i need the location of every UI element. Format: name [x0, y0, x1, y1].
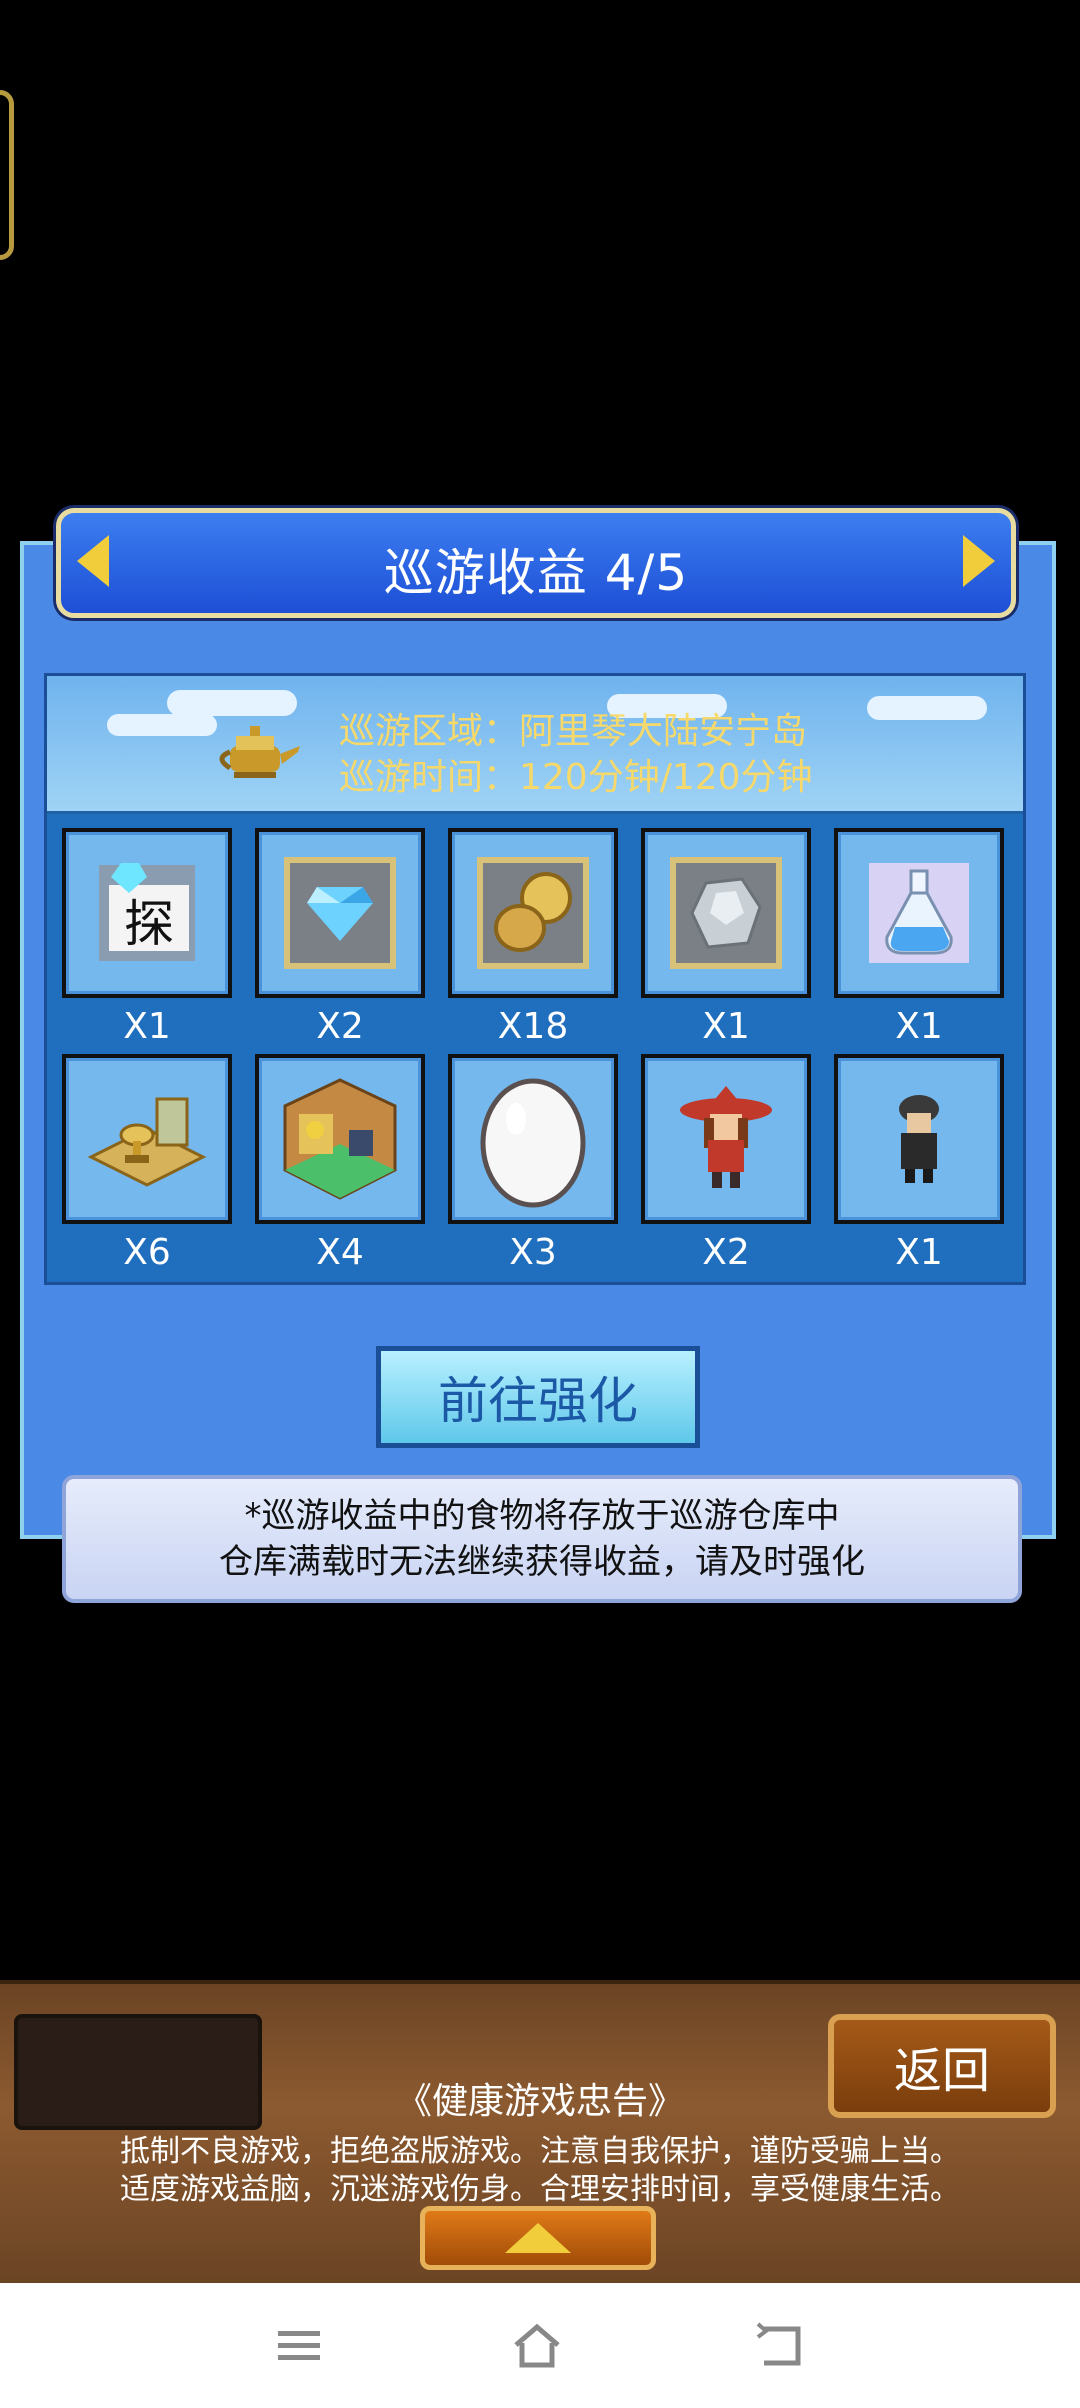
reward-count: X1	[895, 1232, 943, 1273]
dark-cloak-adventurer-icon	[899, 1095, 939, 1183]
diamond-icon	[284, 857, 396, 969]
expand-up-button[interactable]	[420, 2206, 656, 2270]
reward-count: X4	[316, 1232, 364, 1273]
reward-item[interactable]: X2	[641, 1054, 811, 1273]
reward-content-panel: 巡游区域：阿里琴大陆安宁岛 巡游时间：120分钟/120分钟 探 X1 X2 X…	[44, 673, 1026, 1285]
reward-count: X1	[895, 1006, 943, 1047]
go-upgrade-label: 前往强化	[438, 1372, 638, 1430]
system-navigation-bar	[0, 2283, 1080, 2408]
dialog-title-bar: 巡游收益 4/5	[56, 508, 1016, 618]
cloud-decoration	[107, 714, 217, 736]
next-arrow-icon[interactable]	[963, 535, 995, 587]
reward-count: X3	[509, 1232, 557, 1273]
reward-item[interactable]: X18	[448, 828, 618, 1047]
storage-notice: *巡游收益中的食物将存放于巡游仓库中 仓库满载时无法继续获得收益，请及时强化	[62, 1475, 1022, 1603]
ore-icon	[670, 857, 782, 969]
reward-item[interactable]: X1	[834, 1054, 1004, 1273]
dialog-title: 巡游收益 4/5	[383, 544, 689, 602]
cruise-time-text: 巡游时间：120分钟/120分钟	[339, 757, 813, 798]
cloud-decoration	[167, 690, 297, 716]
health-advice-title: 《健康游戏忠告》	[395, 2081, 684, 2122]
up-triangle-icon	[505, 2223, 571, 2253]
reward-count: X6	[123, 1232, 171, 1273]
reward-count: X1	[123, 1006, 171, 1047]
reward-count: X2	[702, 1232, 750, 1273]
reward-item[interactable]: X4	[255, 1054, 425, 1273]
reward-item[interactable]: X3	[448, 1054, 618, 1273]
back-nav-icon[interactable]	[756, 2321, 806, 2371]
reward-item[interactable]: X6	[62, 1054, 232, 1273]
reward-item[interactable]: 探 X1	[62, 828, 232, 1047]
teapot-icon	[219, 726, 300, 778]
menu-icon[interactable]	[274, 2321, 324, 2371]
reward-count: X18	[497, 1006, 569, 1047]
cruise-area-text: 巡游区域：阿里琴大陆安宁岛	[339, 711, 808, 752]
home-icon[interactable]	[512, 2321, 562, 2371]
furnished-room-icon	[283, 1078, 397, 1200]
svg-text:探: 探	[124, 895, 174, 953]
notice-line-2: 仓库满载时无法继续获得收益，请及时强化	[219, 1542, 865, 1582]
trophy-room-icon	[87, 1097, 207, 1187]
reward-item[interactable]: X1	[641, 828, 811, 1047]
notice-line-1: *巡游收益中的食物将存放于巡游仓库中	[244, 1496, 840, 1536]
go-upgrade-button[interactable]: 前往强化	[376, 1346, 700, 1448]
red-hat-adventurer-icon	[680, 1086, 772, 1188]
reward-count: X1	[702, 1006, 750, 1047]
reward-item[interactable]: X2	[255, 828, 425, 1047]
health-advice-line-2: 适度游戏益脑，沉迷游戏伤身。合理安排时间，享受健康生活。	[120, 2172, 960, 2207]
cruise-info-banner: 巡游区域：阿里琴大陆安宁岛 巡游时间：120分钟/120分钟	[47, 676, 1023, 814]
side-frame-decoration	[0, 90, 14, 260]
explore-ticket-icon: 探	[99, 863, 195, 961]
cloud-decoration	[867, 696, 987, 720]
reward-count: X2	[316, 1006, 364, 1047]
health-advice-panel: 返回 《健康游戏忠告》 抵制不良游戏，拒绝盗版游戏。注意自我保护，谨防受骗上当。…	[0, 1980, 1080, 2287]
potion-icon	[869, 863, 969, 963]
egg-icon	[480, 1078, 586, 1208]
reward-grid: 探 X1 X2 X18 X1 X1 X6 X4 X3 X2 X1	[62, 828, 1012, 1273]
coins-icon	[477, 857, 589, 969]
reward-item[interactable]: X1	[834, 828, 1004, 1047]
